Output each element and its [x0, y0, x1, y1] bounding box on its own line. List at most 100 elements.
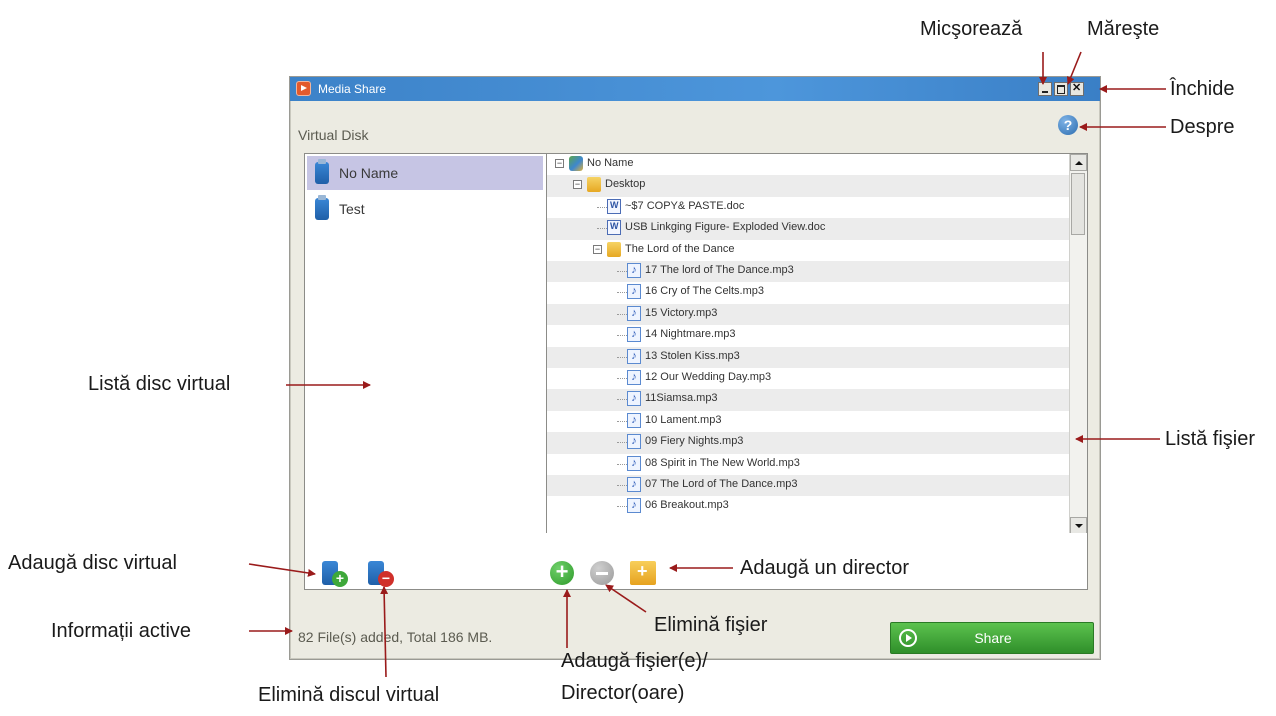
- tree-row[interactable]: ♪ 15 Victory.mp3: [547, 303, 1069, 326]
- music-file-icon: ♪: [627, 284, 641, 300]
- tree-connector: [617, 463, 627, 465]
- tree-row[interactable]: ♪ 11Siamsa.mp3: [547, 389, 1069, 411]
- scroll-thumb[interactable]: [1071, 173, 1085, 235]
- disk-item-label: Test: [339, 201, 365, 217]
- add-folder-button[interactable]: [630, 561, 656, 585]
- tree-connector: [617, 420, 627, 422]
- tree-item-label: 17 The lord of The Dance.mp3: [645, 264, 794, 276]
- app-icon: [296, 81, 311, 96]
- tree-row[interactable]: − Desktop: [547, 175, 1069, 197]
- callout-status: Informații active: [51, 620, 192, 642]
- callout-maximize: Măreşte: [1087, 18, 1160, 40]
- music-file-icon: ♪: [627, 305, 641, 321]
- scroll-down-button[interactable]: [1070, 517, 1087, 534]
- callout-disk-list: Listă disc virtual: [88, 373, 231, 395]
- tree-row[interactable]: ♪ 06 Breakout.mp3: [547, 496, 1069, 517]
- collapse-toggle[interactable]: −: [573, 180, 582, 190]
- tree-item-label: 08 Spirit in The New World.mp3: [645, 456, 800, 469]
- tree-row[interactable]: ♪ 12 Our Wedding Day.mp3: [547, 368, 1069, 389]
- tree-row[interactable]: ♪ 14 Nightmare.mp3: [547, 325, 1069, 346]
- add-virtual-disk-button[interactable]: +: [320, 559, 350, 589]
- tree-connector: [617, 356, 627, 358]
- tree-connector: [617, 485, 627, 486]
- file-list-scrollbar[interactable]: [1069, 154, 1087, 534]
- disk-item-no-name[interactable]: No Name: [307, 156, 543, 190]
- tree-row[interactable]: ♪ 16 Cry of The Celts.mp3: [547, 282, 1069, 303]
- usb-disk-icon: [315, 195, 329, 220]
- tree-row[interactable]: ♪ 08 Spirit in The New World.mp3: [547, 454, 1069, 475]
- maximize-button[interactable]: [1054, 82, 1068, 96]
- tree-row[interactable]: − No Name: [547, 154, 1069, 175]
- callout-add-files-line2: Director(oare): [561, 682, 685, 704]
- callout-add-files-line1: Adaugă fişier(e)/: [561, 650, 708, 672]
- status-info: 82 File(s) added, Total 186 MB.: [298, 629, 493, 645]
- music-file-icon: ♪: [627, 434, 641, 450]
- tree-item-label: 11Siamsa.mp3: [645, 392, 718, 405]
- tree-row[interactable]: ~$7 COPY& PASTE.doc: [547, 197, 1069, 218]
- tree-row[interactable]: ♪ 07 The Lord of The Dance.mp3: [547, 475, 1069, 497]
- music-file-icon: ♪: [627, 348, 641, 364]
- tree-item-label: 10 Lament.mp3: [645, 413, 722, 426]
- tree-item-label: 12 Our Wedding Day.mp3: [645, 371, 772, 383]
- close-button[interactable]: [1070, 81, 1084, 96]
- tree-item-label: 07 The Lord of The Dance.mp3: [645, 478, 798, 490]
- help-icon[interactable]: ?: [1058, 115, 1078, 135]
- tree-connector: [617, 506, 627, 508]
- tree-item-label: ~$7 COPY& PASTE.doc: [625, 199, 745, 212]
- tree-connector: [597, 206, 607, 208]
- tree-item-label: 14 Nightmare.mp3: [645, 328, 736, 341]
- add-files-button[interactable]: +: [550, 561, 574, 585]
- disk-item-test[interactable]: Test: [307, 192, 543, 226]
- callout-about: Despre: [1170, 116, 1235, 138]
- share-label: Share: [974, 630, 1012, 646]
- tree-item-label: 15 Victory.mp3: [645, 306, 718, 319]
- document-icon: [607, 198, 621, 214]
- tree-connector: [617, 442, 627, 444]
- file-list[interactable]: − No Name − Desktop ~$7 COPY& PASTE.doc USB L…: [546, 153, 1088, 535]
- media-share-window: Media Share Virtual Disk ? No Name Test …: [289, 76, 1101, 660]
- share-button[interactable]: Share: [890, 622, 1094, 654]
- network-drive-icon: [569, 156, 583, 171]
- tree-row[interactable]: ♪ 17 The lord of The Dance.mp3: [547, 261, 1069, 283]
- title-bar[interactable]: Media Share: [290, 77, 1100, 101]
- tree-connector: [597, 228, 607, 230]
- minimize-button[interactable]: [1038, 82, 1052, 96]
- music-file-icon: ♪: [627, 370, 641, 385]
- tree-row[interactable]: ♪ 09 Fiery Nights.mp3: [547, 432, 1069, 454]
- callout-add-disk: Adaugă disc virtual: [8, 552, 177, 574]
- callout-remove-disk: Elimină discul virtual: [258, 684, 440, 706]
- remove-file-button[interactable]: [590, 561, 614, 585]
- callout-remove-file: Elimină fişier: [654, 614, 768, 636]
- virtual-disk-list[interactable]: No Name Test: [304, 153, 548, 535]
- music-file-icon: ♪: [627, 263, 641, 278]
- tree-row[interactable]: USB Linkging Figure- Exploded View.doc: [547, 218, 1069, 240]
- callout-add-folder: Adaugă un director: [740, 557, 910, 579]
- document-icon: [607, 220, 621, 236]
- window-title: Media Share: [318, 82, 387, 96]
- tree-connector: [617, 399, 627, 401]
- tree-connector: [617, 378, 627, 379]
- action-toolbar: [304, 533, 1088, 590]
- music-file-icon: ♪: [627, 498, 641, 514]
- virtual-disk-label: Virtual Disk: [298, 127, 369, 143]
- plus-icon: +: [332, 571, 348, 587]
- callout-close: Închide: [1170, 78, 1235, 100]
- tree-item-label: The Lord of the Dance: [625, 242, 735, 255]
- music-file-icon: ♪: [627, 327, 641, 343]
- tree-row[interactable]: ♪ 10 Lament.mp3: [547, 411, 1069, 432]
- collapse-toggle[interactable]: −: [555, 159, 564, 168]
- usb-disk-icon: [315, 159, 329, 184]
- tree-row[interactable]: ♪ 13 Stolen Kiss.mp3: [547, 346, 1069, 368]
- remove-virtual-disk-button[interactable]: −: [366, 559, 396, 589]
- tree-row[interactable]: − The Lord of the Dance: [547, 240, 1069, 261]
- scroll-up-button[interactable]: [1070, 154, 1087, 171]
- folder-icon: [607, 241, 621, 257]
- music-file-icon: ♪: [627, 391, 641, 407]
- tree-connector: [617, 313, 627, 315]
- disk-item-label: No Name: [339, 165, 399, 181]
- music-file-icon: ♪: [627, 412, 641, 428]
- tree-item-label: USB Linkging Figure- Exploded View.doc: [625, 221, 826, 234]
- tree-item-label: 13 Stolen Kiss.mp3: [645, 349, 740, 362]
- tree-connector: [617, 335, 627, 337]
- collapse-toggle[interactable]: −: [593, 244, 602, 254]
